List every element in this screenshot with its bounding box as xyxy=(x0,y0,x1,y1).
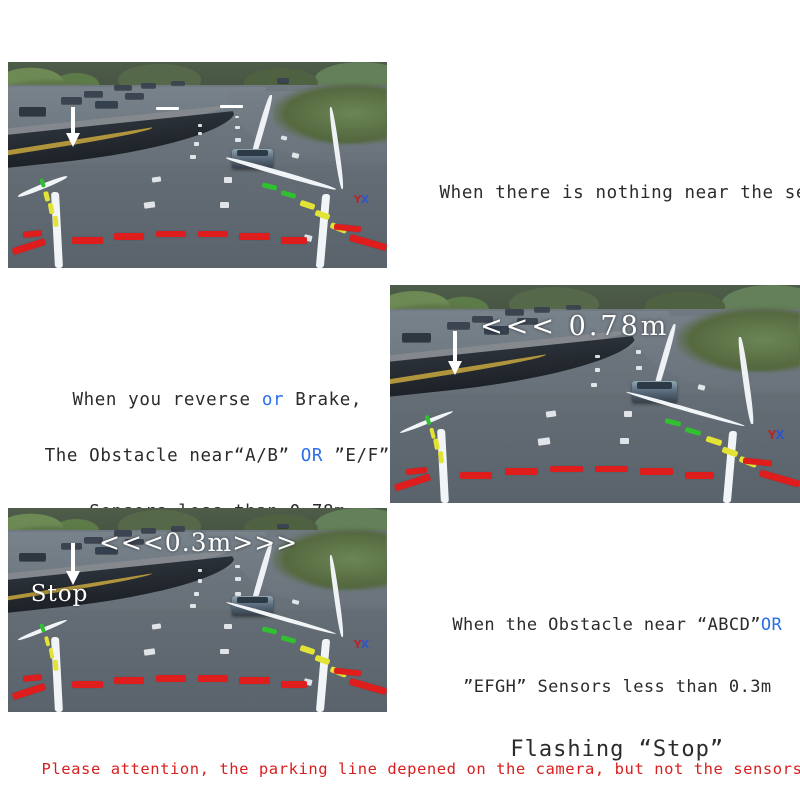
road-scene: <<<0.3m>>> Stop YX xyxy=(8,508,387,712)
lane-dash xyxy=(235,138,241,142)
lane-dash xyxy=(595,354,600,358)
far-car xyxy=(83,90,103,97)
caption-line: When the Obstacle near “ABCD”OR xyxy=(452,615,782,635)
caption-line: When you reverse or Brake, xyxy=(73,390,363,410)
vehicle-window xyxy=(236,149,269,157)
watermark-x: X xyxy=(360,192,370,206)
lane-dash xyxy=(537,436,551,445)
watermark-y: Y xyxy=(353,192,362,206)
tick-marker xyxy=(220,105,243,109)
footer-warning-text: Please attention, the parking line depen… xyxy=(41,760,800,778)
lane-dash xyxy=(197,579,203,583)
caption-text: The Obstacle near“A/B” xyxy=(44,446,301,466)
lane-dash xyxy=(636,350,641,354)
down-arrow-marker xyxy=(65,542,81,585)
far-car xyxy=(402,332,431,342)
camera-view-078m-warning: <<< 0.78m YX xyxy=(390,285,800,503)
camera-view-03m-stop: <<<0.3m>>> Stop YX xyxy=(8,508,387,712)
footer-warning-note: Please attention, the parking line depen… xyxy=(2,742,800,796)
lane-dash xyxy=(220,648,230,655)
far-car xyxy=(61,97,82,104)
far-car xyxy=(140,82,156,88)
lane-dash xyxy=(595,367,601,372)
caption-highlight-or: or xyxy=(261,390,285,410)
caption-text: Brake, xyxy=(284,390,363,410)
camera-view-no-obstacle: YX xyxy=(8,62,387,268)
lane-dash xyxy=(224,177,232,183)
far-car xyxy=(19,107,46,116)
lane-dash xyxy=(189,154,197,160)
far-car xyxy=(277,78,290,83)
road-scene: <<< 0.78m YX xyxy=(390,285,800,503)
vehicle-window xyxy=(236,596,269,604)
lane-dash xyxy=(590,383,598,388)
far-car xyxy=(447,322,470,330)
lane-dash xyxy=(235,125,240,129)
caption-highlight-or: OR xyxy=(760,615,783,635)
watermark-x: X xyxy=(775,427,784,442)
lane-dash xyxy=(235,577,241,582)
road-scene: YX xyxy=(8,62,387,268)
far-car xyxy=(114,84,132,90)
watermark: YX xyxy=(768,427,785,442)
lane-dash xyxy=(224,624,232,630)
far-car xyxy=(125,92,145,99)
watermark-x: X xyxy=(360,637,370,651)
lane-dash xyxy=(193,591,200,596)
caption-text: When the Obstacle near “ABCD” xyxy=(452,615,761,635)
road-surface-near xyxy=(390,394,800,503)
stop-status-overlay: Stop xyxy=(30,581,89,608)
caption-line: The Obstacle near“A/B” OR ”E/F” xyxy=(45,446,390,466)
lane-dash xyxy=(291,151,300,158)
distance-overlay-03: <<<0.3m>>> xyxy=(98,528,299,558)
caption-text: ”E/F” xyxy=(323,446,390,466)
far-car xyxy=(566,304,582,310)
vehicle-ahead xyxy=(231,595,274,616)
down-arrow-marker xyxy=(447,330,463,375)
vehicle-window xyxy=(637,382,672,390)
watermark: YX xyxy=(353,637,370,651)
caption-panel-1-text: When there is nothing near the sensors xyxy=(439,183,800,203)
road-surface-near xyxy=(8,165,387,268)
caption-line: ”EFGH” Sensors less than 0.3m xyxy=(463,677,772,697)
tick-marker xyxy=(155,107,179,111)
far-car xyxy=(19,552,46,562)
lane-dash xyxy=(619,437,630,444)
far-car xyxy=(95,101,118,109)
caption-panel-1: When there is nothing near the sensors xyxy=(395,163,800,223)
down-arrow-marker xyxy=(65,107,81,148)
vehicle-ahead xyxy=(631,380,677,402)
lane-dash xyxy=(636,365,642,370)
distance-overlay-078: <<< 0.78m xyxy=(480,311,670,343)
watermark-y: Y xyxy=(353,637,362,651)
lane-dash xyxy=(623,411,632,417)
lane-dash xyxy=(197,123,202,127)
vehicle-ahead xyxy=(231,148,274,169)
watermark: YX xyxy=(353,192,370,206)
page-root: YX When there is nothing near the sensor… xyxy=(0,0,800,800)
far-car xyxy=(170,80,185,86)
caption-highlight-or: OR xyxy=(300,446,324,466)
caption-text: When you reverse xyxy=(72,390,262,410)
lane-dash xyxy=(193,142,200,147)
lane-dash xyxy=(197,569,202,573)
lane-dash xyxy=(189,603,197,609)
lane-dash xyxy=(235,565,240,569)
lane-dash xyxy=(220,202,230,208)
road-surface-near xyxy=(8,610,387,712)
